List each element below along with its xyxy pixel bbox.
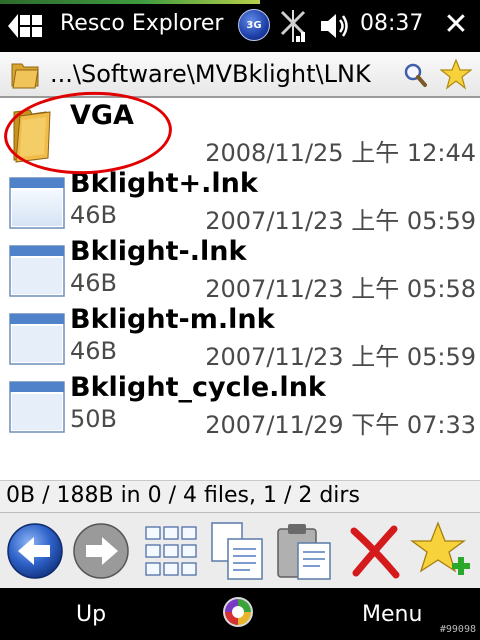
path-text[interactable]: ...\Software\MVBklight\LNK	[50, 60, 402, 88]
folder-icon[interactable]	[10, 58, 40, 90]
paste-icon[interactable]	[274, 519, 336, 583]
title-bar: Resco Explorer 3G 08:37 ✕	[0, 0, 480, 52]
file-size: 46B	[70, 269, 118, 297]
selection-summary: 0B / 188B in 0 / 4 files, 1 / 2 dirs	[0, 480, 480, 512]
file-date: 2007/11/23 上午 05:58	[205, 275, 476, 303]
file-name: Bklight+.lnk	[70, 168, 258, 199]
file-date: 2007/11/23 上午 05:59	[205, 207, 476, 235]
watermark-text: #99098	[439, 624, 476, 635]
signal-icon[interactable]	[278, 6, 308, 46]
list-item[interactable]: Bklight+.lnk 46B 2007/11/23 上午 05:59	[0, 168, 480, 236]
file-list: VGA 2008/11/25 上午 12:44 Bklight+.lnk 46B…	[0, 98, 480, 480]
file-name: VGA	[70, 100, 134, 131]
back-arrow-icon[interactable]	[4, 519, 66, 583]
file-name: Bklight-.lnk	[70, 236, 247, 267]
3g-icon[interactable]: 3G	[238, 9, 270, 41]
view-grid-icon[interactable]	[140, 519, 202, 583]
search-icon[interactable]	[402, 61, 428, 89]
file-icon	[9, 245, 65, 297]
favorite-star-icon[interactable]	[440, 58, 472, 90]
list-item[interactable]: Bklight_cycle.lnk 50B 2007/11/29 下午 07:3…	[0, 372, 480, 440]
file-date: 2007/11/23 上午 05:59	[205, 343, 476, 371]
app-title: Resco Explorer	[60, 11, 224, 36]
path-bar: ...\Software\MVBklight\LNK	[0, 52, 480, 98]
file-date: 2007/11/29 下午 07:33	[205, 411, 476, 439]
toolbar	[0, 512, 480, 588]
file-date: 2008/11/25 上午 12:44	[205, 139, 476, 167]
add-favorite-icon[interactable]	[410, 519, 472, 583]
list-item[interactable]: Bklight-.lnk 46B 2007/11/23 上午 05:58	[0, 236, 480, 304]
file-icon	[9, 313, 65, 365]
close-icon[interactable]: ✕	[440, 8, 472, 42]
file-icon	[9, 177, 65, 229]
windows-start-icon[interactable]	[6, 10, 44, 42]
start-logo-icon[interactable]	[220, 594, 256, 630]
softkey-bar: Up Menu #99098	[0, 588, 480, 640]
file-size: 46B	[70, 201, 118, 229]
file-size: 50B	[70, 405, 118, 433]
list-item-folder-vga[interactable]: VGA 2008/11/25 上午 12:44	[0, 100, 480, 168]
copy-icon[interactable]	[206, 519, 268, 583]
softkey-menu[interactable]: Menu	[362, 602, 422, 627]
file-size: 46B	[70, 337, 118, 365]
folder-icon	[13, 109, 51, 163]
file-name: Bklight_cycle.lnk	[70, 372, 326, 403]
file-name: Bklight-m.lnk	[70, 304, 275, 335]
delete-icon[interactable]	[344, 519, 406, 583]
softkey-up[interactable]: Up	[76, 602, 106, 627]
forward-arrow-icon[interactable]	[70, 519, 132, 583]
volume-icon[interactable]	[318, 10, 352, 42]
file-icon	[9, 381, 65, 433]
clock: 08:37	[360, 11, 424, 36]
list-item[interactable]: Bklight-m.lnk 46B 2007/11/23 上午 05:59	[0, 304, 480, 372]
status-strip	[0, 0, 260, 4]
